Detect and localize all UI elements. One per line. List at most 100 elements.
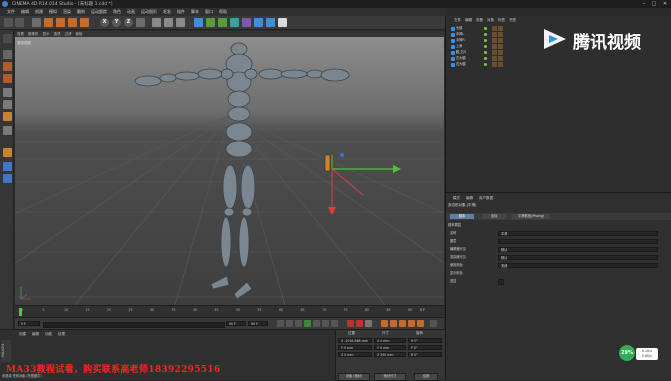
phong-tag-icon[interactable] bbox=[498, 38, 503, 43]
object-row[interactable]: 右大腿 bbox=[448, 62, 508, 67]
tab-coordinates[interactable]: 坐标 bbox=[482, 214, 506, 219]
phong-tag-icon[interactable] bbox=[498, 62, 503, 67]
material-menu-edit[interactable]: 编辑 bbox=[29, 331, 42, 337]
name-field[interactable]: 平滑 bbox=[498, 230, 658, 236]
autokey-icon[interactable] bbox=[356, 320, 363, 327]
lock-workplane-icon[interactable] bbox=[3, 174, 12, 183]
coordinate-system-icon[interactable] bbox=[136, 18, 145, 27]
editor-visible-dropdown[interactable]: 默认 bbox=[498, 246, 658, 252]
undo-icon[interactable] bbox=[4, 18, 13, 27]
material-menu-function[interactable]: 功能 bbox=[42, 331, 55, 337]
edges-mode-icon[interactable] bbox=[3, 100, 12, 109]
object-menu-objects[interactable]: 对象 bbox=[485, 17, 496, 23]
phong-tag-icon[interactable] bbox=[492, 26, 497, 31]
menu-motion-tracking[interactable]: 运动跟踪 bbox=[88, 8, 110, 16]
tab-basic[interactable]: 基本 bbox=[450, 214, 474, 219]
polygons-mode-icon[interactable] bbox=[3, 112, 12, 121]
prev-key-icon[interactable] bbox=[286, 320, 293, 327]
z-axis-button[interactable]: Z bbox=[124, 18, 133, 27]
keyframe-selection-icon[interactable] bbox=[365, 320, 372, 327]
phong-tag-icon[interactable] bbox=[498, 26, 503, 31]
menu-script[interactable]: 脚本 bbox=[188, 8, 202, 16]
layer-field[interactable] bbox=[498, 238, 658, 244]
attr-menu-mode[interactable]: 模式 bbox=[450, 195, 463, 201]
visibility-dot-icon[interactable] bbox=[484, 45, 487, 48]
menu-character[interactable]: 角色 bbox=[110, 8, 124, 16]
visibility-dot-icon[interactable] bbox=[484, 33, 487, 36]
menu-render[interactable]: 渲染 bbox=[60, 8, 74, 16]
deformer-icon[interactable] bbox=[242, 18, 251, 27]
position-key-icon[interactable] bbox=[381, 320, 388, 327]
tweak-icon[interactable] bbox=[3, 162, 12, 171]
attr-menu-userdata[interactable]: 用户数据 bbox=[476, 195, 496, 201]
render-view-icon[interactable] bbox=[152, 18, 161, 27]
menu-create[interactable]: 创建 bbox=[32, 8, 46, 16]
prev-frame-icon[interactable] bbox=[295, 320, 302, 327]
rotation-p-field[interactable]: P 0° bbox=[408, 345, 442, 350]
object-menu-file[interactable]: 文件 bbox=[452, 17, 463, 23]
phong-tag-icon[interactable] bbox=[492, 38, 497, 43]
pla-key-icon[interactable] bbox=[417, 320, 424, 327]
menu-plugins[interactable]: 插件 bbox=[174, 8, 188, 16]
size-y-field[interactable]: Y 0 mm bbox=[374, 345, 406, 350]
visibility-dot-icon[interactable] bbox=[484, 27, 487, 30]
object-menu-tags[interactable]: 标签 bbox=[496, 17, 507, 23]
maximize-button[interactable]: □ bbox=[650, 1, 658, 7]
goto-end-icon[interactable] bbox=[331, 320, 338, 327]
menu-hair[interactable]: 毛发 bbox=[160, 8, 174, 16]
phong-tag-icon[interactable] bbox=[492, 32, 497, 37]
rotation-b-field[interactable]: B 0° bbox=[408, 352, 442, 357]
attr-menu-edit[interactable]: 编辑 bbox=[463, 195, 476, 201]
timeline[interactable]: 0 5 10 15 20 25 30 35 40 45 50 55 60 65 70 75 80 85 90 0 F bbox=[15, 305, 444, 317]
visibility-dot-icon[interactable] bbox=[484, 63, 487, 66]
menu-simulate[interactable]: 模拟 bbox=[46, 8, 60, 16]
redo-icon[interactable] bbox=[15, 18, 24, 27]
workplane-icon[interactable] bbox=[3, 74, 12, 83]
object-menu-bookmarks[interactable]: 书签 bbox=[507, 17, 518, 23]
object-row[interactable]: 腿_右5 bbox=[448, 50, 508, 55]
network-percent-badge[interactable]: 29% bbox=[619, 345, 635, 361]
material-menu-create[interactable]: 创建 bbox=[16, 331, 29, 337]
model-mode-icon[interactable] bbox=[3, 50, 12, 59]
menu-window[interactable]: 窗口 bbox=[202, 8, 216, 16]
close-button[interactable]: ✕ bbox=[661, 1, 669, 7]
range-slider[interactable] bbox=[43, 322, 225, 328]
phong-tag-icon[interactable] bbox=[498, 44, 503, 49]
transform-icon[interactable] bbox=[80, 18, 89, 27]
subdivision-icon[interactable] bbox=[218, 18, 227, 27]
render-visible-dropdown[interactable]: 默认 bbox=[498, 254, 658, 260]
size-z-field[interactable]: Z 300 mm bbox=[374, 352, 406, 357]
phong-tag-icon[interactable] bbox=[492, 62, 497, 67]
use-color-dropdown[interactable]: 关闭 bbox=[498, 262, 658, 268]
render-picture-viewer-icon[interactable] bbox=[164, 18, 173, 27]
cube-icon[interactable] bbox=[194, 18, 203, 27]
menu-animate[interactable]: 动画 bbox=[124, 8, 138, 16]
rotation-key-icon[interactable] bbox=[399, 320, 406, 327]
current-frame-field[interactable]: 0 F bbox=[18, 321, 40, 326]
phong-tag-icon[interactable] bbox=[498, 50, 503, 55]
phong-tag-icon[interactable] bbox=[492, 44, 497, 49]
xray-checkbox[interactable] bbox=[498, 279, 504, 285]
scale-key-icon[interactable] bbox=[390, 320, 397, 327]
menu-help[interactable]: 帮助 bbox=[216, 8, 230, 16]
perspective-viewport[interactable]: 透视视图 bbox=[15, 37, 444, 305]
floor-icon[interactable] bbox=[254, 18, 263, 27]
preview-end-field[interactable]: 90 F bbox=[248, 321, 268, 326]
y-axis-button[interactable]: Y bbox=[112, 18, 121, 27]
texture-mode-icon[interactable] bbox=[3, 62, 12, 71]
menu-mograph[interactable]: 运动图形 bbox=[138, 8, 160, 16]
object-row[interactable]: 手臂L bbox=[448, 32, 508, 37]
select-cursor-icon[interactable] bbox=[32, 18, 41, 27]
menu-edit[interactable]: 编辑 bbox=[18, 8, 32, 16]
object-row[interactable]: 左大腿 bbox=[448, 56, 508, 61]
position-y-field[interactable]: Y 0 mm bbox=[338, 345, 372, 350]
next-frame-icon[interactable] bbox=[313, 320, 320, 327]
next-key-icon[interactable] bbox=[322, 320, 329, 327]
record-key-icon[interactable] bbox=[347, 320, 354, 327]
timeline-menu-icon[interactable] bbox=[430, 320, 437, 327]
phong-tag-icon[interactable] bbox=[492, 50, 497, 55]
object-menu-view[interactable]: 查看 bbox=[474, 17, 485, 23]
pen-spline-icon[interactable] bbox=[206, 18, 215, 27]
material-menu-texture[interactable]: 纹理 bbox=[55, 331, 68, 337]
menu-sculpt[interactable]: 雕刻 bbox=[74, 8, 88, 16]
